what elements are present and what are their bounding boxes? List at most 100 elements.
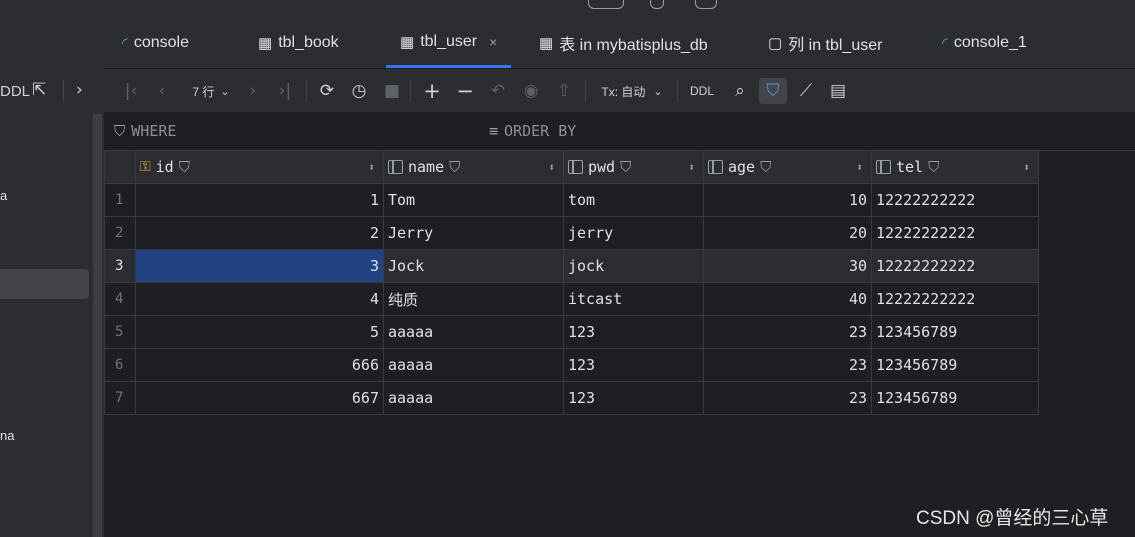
filter-icon[interactable]: ⛉: [179, 158, 190, 176]
sort-icon[interactable]: ⬍: [368, 161, 375, 174]
cell-name[interactable]: 纯质: [383, 282, 564, 316]
tree-node-selected[interactable]: [0, 269, 89, 299]
column-header-age[interactable]: age ⛉ ⬍: [703, 150, 872, 184]
cell-id-selected[interactable]: 3: [135, 249, 384, 283]
cell-name[interactable]: aaaaa: [383, 348, 564, 382]
row-number[interactable]: 7: [104, 381, 136, 415]
cell-pwd[interactable]: jock: [563, 249, 704, 283]
remove-row-icon[interactable]: −: [454, 79, 476, 103]
cell-tel[interactable]: 12222222222: [871, 216, 1039, 250]
history-icon[interactable]: ◷: [347, 80, 371, 102]
cell-name[interactable]: Tom: [383, 183, 564, 217]
collapse-arrows-icon[interactable]: ⇱: [32, 80, 46, 100]
ddl-button[interactable]: DDL: [687, 80, 717, 102]
tab-console[interactable]: ◜ console: [122, 18, 189, 68]
row-number[interactable]: 4: [104, 282, 136, 316]
cell-name[interactable]: Jerry: [383, 216, 564, 250]
cell-id[interactable]: 5: [135, 315, 384, 349]
cell-age[interactable]: 23: [703, 315, 872, 349]
cell-pwd[interactable]: 123: [563, 381, 704, 415]
next-page-icon[interactable]: ›: [244, 80, 262, 102]
tab-console-1[interactable]: ◜ console_1: [942, 18, 1027, 68]
stop-icon[interactable]: ■: [382, 80, 402, 102]
cell-age[interactable]: 30: [703, 249, 872, 283]
chevron-right-icon[interactable]: ›: [76, 80, 83, 100]
cell-id[interactable]: 2: [135, 216, 384, 250]
tab-columns-in-table[interactable]: ▢ 列 in tbl_user: [768, 18, 882, 68]
tab-tbl-book[interactable]: ▦ tbl_book: [258, 18, 339, 68]
export-icon[interactable]: ▤: [826, 80, 850, 102]
cell-id[interactable]: 667: [135, 381, 384, 415]
prev-page-icon[interactable]: ‹: [153, 80, 171, 102]
cell-name[interactable]: Jock: [383, 249, 564, 283]
table-row[interactable]: 7 667 aaaaa 123 23 123456789: [104, 381, 1039, 415]
refresh-icon[interactable]: ⟳: [315, 80, 339, 102]
first-page-icon[interactable]: |‹: [122, 80, 140, 102]
cell-name[interactable]: aaaaa: [383, 381, 564, 415]
column-header-id[interactable]: ⚿ id ⛉ ⬍: [135, 150, 384, 184]
cell-tel[interactable]: 123456789: [871, 348, 1039, 382]
row-number[interactable]: 5: [104, 315, 136, 349]
cell-tel[interactable]: 12222222222: [871, 249, 1039, 283]
chart-icon[interactable]: ⟋: [794, 80, 818, 102]
cell-name[interactable]: aaaaa: [383, 315, 564, 349]
cell-pwd[interactable]: tom: [563, 183, 704, 217]
table-row[interactable]: 6 666 aaaaa 123 23 123456789: [104, 348, 1039, 382]
table-row[interactable]: 4 4 纯质 itcast 40 12222222222: [104, 282, 1039, 316]
sort-icon[interactable]: ⬍: [688, 161, 695, 174]
tree-node-fragment[interactable]: a: [0, 188, 7, 203]
cell-tel[interactable]: 123456789: [871, 315, 1039, 349]
column-header-pwd[interactable]: pwd ⛉ ⬍: [563, 150, 704, 184]
row-number[interactable]: 6: [104, 348, 136, 382]
filter-icon[interactable]: ⛉: [760, 158, 771, 176]
cell-id[interactable]: 666: [135, 348, 384, 382]
preview-icon[interactable]: ◉: [519, 80, 543, 102]
cell-id[interactable]: 4: [135, 282, 384, 316]
cell-age[interactable]: 23: [703, 348, 872, 382]
cell-id[interactable]: 1: [135, 183, 384, 217]
order-by-filter[interactable]: ≡ ORDER BY: [489, 122, 576, 140]
grid-corner[interactable]: [104, 150, 136, 184]
cell-pwd[interactable]: 123: [563, 315, 704, 349]
search-icon[interactable]: ⌕: [729, 80, 751, 102]
filter-icon[interactable]: ⛉: [449, 158, 460, 176]
cell-age[interactable]: 40: [703, 282, 872, 316]
column-header-tel[interactable]: tel ⛉ ⬍: [871, 150, 1039, 184]
tab-tbl-user[interactable]: ▦ tbl_user ×: [386, 18, 512, 68]
sort-icon[interactable]: ⬍: [1023, 161, 1030, 174]
left-panel-scrollbar[interactable]: [93, 114, 102, 537]
table-row[interactable]: 2 2 Jerry jerry 20 12222222222: [104, 216, 1039, 250]
cell-tel[interactable]: 12222222222: [871, 183, 1039, 217]
filter-icon[interactable]: ⛉: [620, 158, 631, 176]
last-page-icon[interactable]: ›|: [274, 80, 296, 102]
row-number[interactable]: 2: [104, 216, 136, 250]
add-row-icon[interactable]: +: [421, 79, 443, 103]
cell-pwd[interactable]: itcast: [563, 282, 704, 316]
transaction-mode-dropdown[interactable]: Tx: 自动 ⌄: [597, 80, 667, 102]
tab-tables-in-db[interactable]: ▦ 表 in mybatisplus_db: [539, 18, 708, 68]
row-number[interactable]: 3: [104, 249, 136, 283]
cell-age[interactable]: 10: [703, 183, 872, 217]
close-icon[interactable]: ×: [489, 34, 497, 50]
tree-node-fragment[interactable]: na: [0, 428, 14, 443]
table-row[interactable]: 1 1 Tom tom 10 12222222222: [104, 183, 1039, 217]
filter-icon[interactable]: ⛉: [928, 158, 939, 176]
sort-icon[interactable]: ⬍: [548, 161, 555, 174]
sort-icon[interactable]: ⬍: [856, 161, 863, 174]
column-header-name[interactable]: name ⛉ ⬍: [383, 150, 564, 184]
cell-tel[interactable]: 123456789: [871, 381, 1039, 415]
cell-age[interactable]: 20: [703, 216, 872, 250]
row-count-dropdown[interactable]: 7 行 ⌄: [186, 80, 236, 102]
cell-age[interactable]: 23: [703, 381, 872, 415]
submit-icon[interactable]: ⇧: [553, 80, 575, 102]
filter-icon[interactable]: ⛉: [762, 80, 784, 102]
row-number[interactable]: 1: [104, 183, 136, 217]
cell-tel[interactable]: 12222222222: [871, 282, 1039, 316]
table-row[interactable]: 5 5 aaaaa 123 23 123456789: [104, 315, 1039, 349]
ddl-button[interactable]: DDL: [0, 83, 30, 100]
revert-icon[interactable]: ↶: [487, 80, 509, 102]
cell-pwd[interactable]: 123: [563, 348, 704, 382]
cell-pwd[interactable]: jerry: [563, 216, 704, 250]
where-filter[interactable]: ⛉ WHERE: [114, 122, 176, 140]
table-row-selected[interactable]: 3 3 Jock jock 30 12222222222: [104, 249, 1039, 283]
